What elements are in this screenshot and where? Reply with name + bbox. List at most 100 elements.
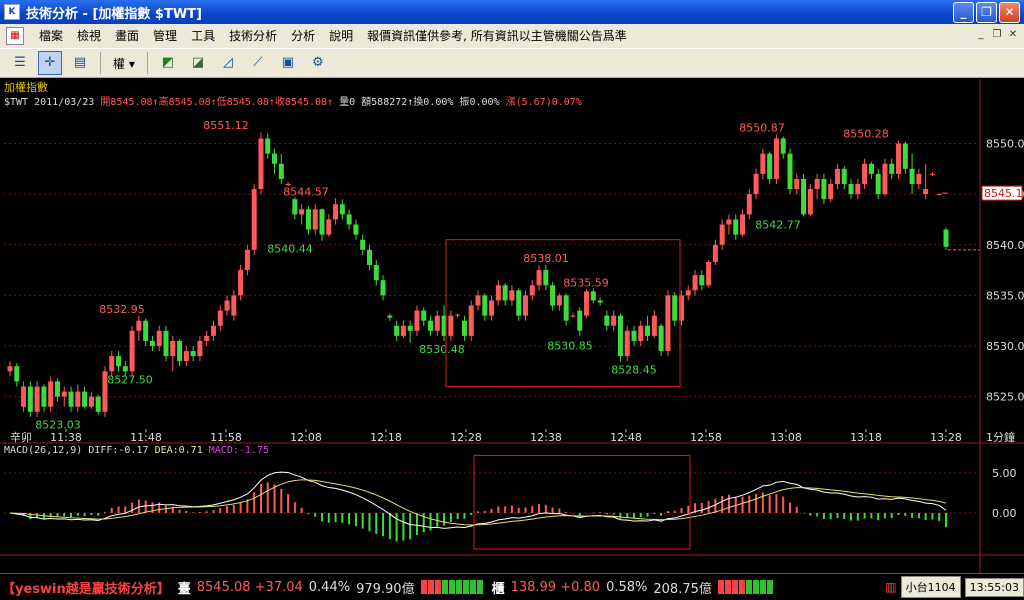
candle-body	[502, 285, 508, 301]
candle-body	[699, 275, 705, 286]
candle-body	[400, 325, 406, 336]
price-annotation: 8535.59	[563, 276, 609, 289]
y-tick-label: 8540.0	[986, 239, 1024, 252]
settings-icon[interactable]: ⚙	[306, 51, 330, 75]
status-bar: 【yeswin越是贏技術分析】 臺 8545.08 +37.04 0.44% 9…	[0, 573, 1024, 600]
app-window: K 技術分析 - [加權指數 $TWT] _ ❐ ✕ ▦ 檔案 檢視 畫面 管理…	[0, 0, 1024, 600]
toolbar: ☰ ✛ ▤ 權 ▾ ◩ ◪ ◿ ⟋ ▣ ⚙	[0, 48, 1024, 78]
candle-body	[780, 138, 786, 154]
close-button[interactable]: ✕	[999, 2, 1020, 23]
child-minimize-button[interactable]: _	[974, 28, 988, 42]
price-annotation: 8528.45	[611, 364, 657, 377]
window-icon[interactable]: ▣	[276, 51, 300, 75]
minimize-button[interactable]: _	[953, 2, 974, 23]
trend-icon[interactable]: ⟋	[246, 51, 270, 75]
menu-view[interactable]: 檢視	[70, 26, 108, 46]
indicator-off-icon[interactable]: ◪	[186, 51, 210, 75]
restore-button[interactable]: ❐	[976, 2, 997, 23]
toolbar-separator	[100, 52, 101, 74]
app-icon: K	[4, 4, 20, 20]
candle-body	[794, 178, 800, 190]
candle-body	[855, 184, 861, 195]
crosshair-icon[interactable]: ✛	[38, 51, 62, 75]
candle-body	[14, 366, 20, 382]
taiex-amount: 979.90億	[356, 581, 415, 597]
candle-body	[543, 270, 549, 286]
candle-body	[224, 300, 230, 311]
tray-label[interactable]: 小台1104	[900, 576, 961, 598]
breadth-bar	[745, 580, 752, 594]
tray-icon[interactable]: ▥	[885, 580, 896, 594]
brand-label[interactable]: 【yeswin越是贏技術分析】	[2, 578, 170, 597]
price-annotation: 8550.87	[739, 122, 785, 135]
candle-body	[82, 391, 88, 407]
candle-body	[312, 209, 318, 230]
candle-body	[428, 320, 434, 331]
x-tick-label: 12:18	[370, 431, 402, 444]
candle-body	[75, 391, 81, 407]
candle-body	[231, 295, 237, 316]
menu-tools[interactable]: 工具	[184, 26, 222, 46]
taiex-value: 8545.08 +37.04	[196, 579, 303, 595]
child-close-button[interactable]: ✕	[1006, 28, 1020, 42]
breadth-bar	[427, 580, 434, 594]
candle-body	[801, 178, 807, 215]
candle-body	[909, 168, 915, 184]
candle-body	[190, 351, 196, 357]
menu-technical-analysis[interactable]: 技術分析	[222, 26, 284, 46]
x-tick-label: 12:38	[530, 431, 562, 444]
candle-body	[197, 340, 203, 357]
candle-body	[88, 396, 94, 407]
candle-body	[807, 189, 813, 215]
menu-file[interactable]: 檔案	[32, 26, 70, 46]
candle-body	[651, 315, 657, 336]
price-annotation: 8551.12	[203, 119, 249, 132]
candle-body	[943, 229, 949, 247]
rights-dropdown[interactable]: 權 ▾	[109, 55, 139, 72]
candle-body	[434, 315, 440, 331]
breadth-bar	[724, 580, 731, 594]
candle-body	[624, 330, 630, 357]
price-annotation: 8538.01	[523, 252, 569, 265]
menu-help[interactable]: 說明	[322, 26, 360, 46]
candle-body	[868, 163, 874, 174]
candle-body	[828, 184, 834, 200]
candle-body	[882, 163, 888, 195]
chart-area[interactable]: 加權指數 $TWT 2011/03/23 開8545.08↑高8545.08↑低…	[0, 79, 1024, 573]
x-tick-label: 12:28	[450, 431, 482, 444]
menu-manage[interactable]: 管理	[146, 26, 184, 46]
breadth-bar	[441, 580, 448, 594]
candle-body	[143, 320, 149, 341]
candle-body	[177, 340, 183, 362]
y-tick-label: 8550.0	[986, 138, 1024, 151]
interval-label: 1分鐘	[986, 430, 1015, 444]
table-icon[interactable]: ▤	[68, 51, 92, 75]
candle-body	[896, 143, 902, 174]
macd-y-tick-label: 5.00	[992, 467, 1017, 480]
document-icon[interactable]: ▦	[6, 27, 24, 45]
otc-breadth-bars	[717, 580, 774, 594]
menu-analysis[interactable]: 分析	[284, 26, 322, 46]
indicator-icon[interactable]: ◩	[156, 51, 180, 75]
candle-body	[489, 300, 495, 316]
child-restore-button[interactable]: ❐	[990, 28, 1004, 42]
candle-body	[875, 173, 881, 195]
candle-body	[746, 194, 752, 215]
candle-body	[265, 138, 271, 154]
price-chart[interactable]: 8550.08545.08540.08535.08530.08525.0辛卯11…	[0, 79, 1024, 573]
menu-screen[interactable]: 畫面	[108, 26, 146, 46]
candle-body	[366, 249, 372, 265]
candle-body	[41, 386, 47, 407]
candle-body	[658, 325, 664, 352]
candle-body	[631, 330, 637, 341]
line-chart-icon[interactable]: ◿	[216, 51, 240, 75]
y-tick-label: 8525.0	[986, 391, 1024, 404]
candle-body	[740, 214, 746, 235]
candle-body	[319, 209, 325, 235]
list-icon[interactable]: ☰	[8, 51, 32, 75]
candle-body	[929, 173, 935, 175]
price-annotation: 8530.85	[547, 339, 593, 352]
candle-body	[814, 178, 820, 190]
candle-body	[692, 275, 698, 291]
y-tick-label: 8535.0	[986, 289, 1024, 302]
